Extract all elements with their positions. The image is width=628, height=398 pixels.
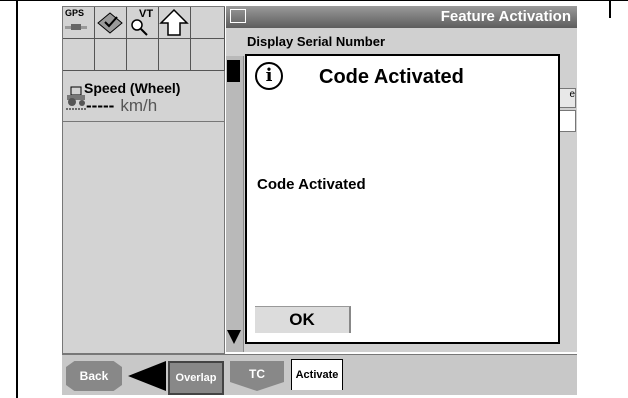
field-shortcut[interactable] — [95, 7, 127, 39]
scroll-thumb[interactable] — [227, 60, 240, 82]
left-border — [16, 0, 18, 398]
dialog-message: Code Activated — [257, 176, 366, 193]
speed-readout: ----- km/h — [86, 96, 157, 116]
empty-shortcut[interactable] — [63, 39, 95, 71]
shortcut-grid: GPS VT — [63, 7, 225, 71]
empty-shortcut[interactable] — [127, 39, 159, 71]
ok-button[interactable]: OK — [255, 306, 351, 333]
empty-shortcut[interactable] — [95, 39, 127, 71]
back-button[interactable]: Back — [66, 361, 122, 391]
scroll-down-icon[interactable] — [227, 330, 241, 344]
bottom-bar: Back Overlap TC Activate — [62, 354, 577, 395]
field-icon — [97, 12, 123, 34]
speed-label: Speed (Wheel) — [84, 80, 181, 96]
up-shortcut[interactable] — [159, 7, 191, 39]
top-border — [0, 0, 628, 1]
gps-label: GPS — [65, 8, 85, 18]
speed-value: ----- — [86, 96, 115, 115]
dialog-title: Code Activated — [319, 66, 464, 88]
empty-shortcut[interactable] — [191, 7, 225, 39]
tab-activate[interactable]: Activate — [291, 359, 343, 390]
speed-unit: km/h — [120, 96, 158, 115]
info-dialog: i Code Activated Code Activated OK — [245, 54, 560, 344]
satellite-icon — [65, 24, 87, 30]
vt-shortcut[interactable]: VT — [127, 7, 159, 39]
partial-button-label: e — [569, 89, 575, 100]
gps-shortcut[interactable]: GPS — [63, 7, 95, 39]
info-icon: i — [255, 62, 283, 90]
scrollbar[interactable] — [226, 56, 244, 352]
serial-number-label: Display Serial Number — [247, 34, 385, 49]
title-bar: Feature Activation — [226, 6, 577, 28]
overlap-button[interactable]: Overlap — [168, 361, 224, 395]
tc-button[interactable]: TC — [230, 361, 284, 391]
empty-shortcut[interactable] — [191, 39, 225, 71]
window-title: Feature Activation — [440, 8, 571, 25]
magnifier-icon — [131, 19, 148, 36]
left-panel: GPS VT — [62, 6, 225, 354]
up-arrow-icon — [159, 8, 189, 36]
left-arrow-icon[interactable] — [128, 361, 166, 391]
right-border — [609, 0, 611, 18]
empty-shortcut[interactable] — [159, 39, 191, 71]
system-icon[interactable] — [230, 9, 246, 23]
